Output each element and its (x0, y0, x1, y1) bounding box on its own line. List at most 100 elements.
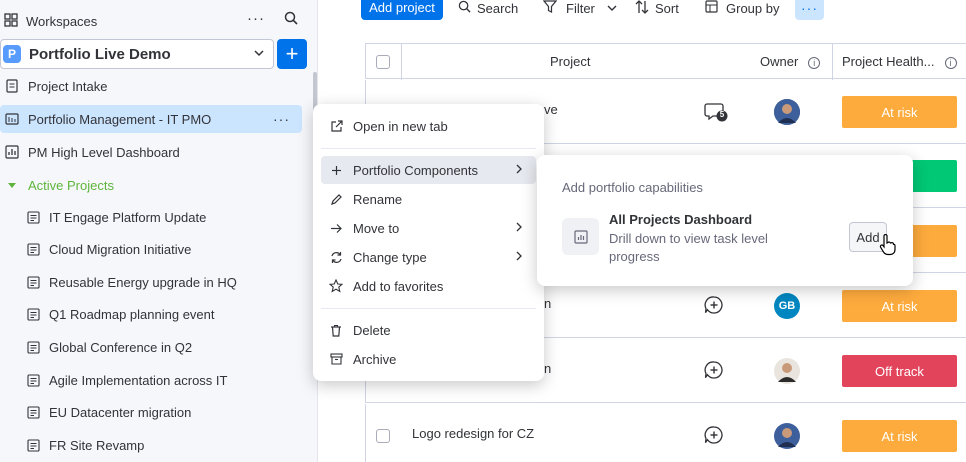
row-checkbox[interactable] (376, 429, 390, 443)
chevron-right-icon (514, 250, 524, 265)
menu-divider (321, 148, 536, 149)
sidebar-item-label: Portfolio Management - IT PMO (28, 111, 212, 127)
sidebar-item-project[interactable]: EU Datacenter migration (0, 398, 302, 426)
avatar[interactable]: GB (774, 293, 800, 319)
sidebar-item-portfolio-management[interactable]: Portfolio Management - IT PMO ··· (0, 105, 302, 133)
updates-icon[interactable]: 5 (704, 101, 728, 126)
add-update-icon[interactable] (704, 425, 724, 448)
project-name[interactable]: n (544, 361, 551, 376)
board-icon (26, 373, 40, 387)
sidebar-item-project[interactable]: Cloud Migration Initiative (0, 235, 302, 263)
column-header-health[interactable]: Project Health... i (842, 54, 957, 69)
board-icon (26, 275, 40, 289)
sidebar-item-label: IT Engage Platform Update (49, 209, 207, 225)
sidebar-item-project[interactable]: Q1 Roadmap planning event (0, 300, 302, 328)
sidebar-item-label: Project Intake (28, 78, 108, 94)
menu-item-add-favorites[interactable]: Add to favorites (321, 272, 536, 300)
star-icon (329, 279, 343, 293)
table-row[interactable]: Logo redesign for CZ At risk (365, 404, 966, 462)
menu-item-delete[interactable]: Delete (321, 316, 536, 344)
project-name[interactable]: ve (544, 102, 558, 117)
sort-label: Sort (655, 0, 679, 16)
sidebar-item-label: Agile Implementation across IT (49, 372, 228, 388)
capability-title: All Projects Dashboard (609, 212, 753, 227)
item-more-icon[interactable]: ··· (273, 111, 290, 127)
workspaces-header: Workspaces ··· (0, 8, 310, 34)
sort-icon (635, 0, 649, 17)
form-icon (5, 79, 19, 93)
menu-item-label: Change type (353, 249, 427, 265)
menu-item-archive[interactable]: Archive (321, 345, 536, 373)
sidebar-item-project[interactable]: Agile Implementation across IT (0, 366, 302, 394)
capability-description: Drill down to view task level progress (609, 231, 768, 264)
menu-item-label: Rename (353, 191, 403, 207)
workspace-selector[interactable]: P Portfolio Live Demo (0, 39, 274, 69)
sidebar-item-pm-dashboard[interactable]: PM High Level Dashboard (0, 138, 302, 166)
info-icon[interactable]: i (808, 56, 821, 69)
owner-header-label: Owner (760, 54, 799, 69)
column-header-owner[interactable]: Owner i (760, 54, 821, 69)
context-menu: Open in new tab Portfolio Components Ren… (313, 104, 544, 381)
sidebar-item-project-intake[interactable]: Project Intake (0, 72, 302, 100)
workspace-badge: P (3, 45, 21, 63)
filter-label: Filter (566, 0, 595, 16)
chevron-right-icon (514, 163, 524, 178)
project-name[interactable]: n (544, 296, 551, 311)
column-divider (401, 44, 402, 80)
group-by-button[interactable]: Group by (705, 0, 779, 19)
portfolio-icon (5, 112, 19, 126)
workspaces-more-icon[interactable]: ··· (247, 10, 265, 27)
folder-label: Active Projects (28, 177, 114, 193)
plus-icon (329, 163, 343, 177)
status-badge[interactable]: At risk (842, 420, 957, 452)
board-icon (26, 340, 40, 354)
info-icon[interactable]: i (944, 56, 957, 69)
toolbar-more-button[interactable]: ··· (795, 0, 824, 20)
sidebar-folder-active-projects[interactable]: Active Projects (0, 171, 302, 199)
menu-item-portfolio-components[interactable]: Portfolio Components (321, 156, 536, 184)
sidebar-item-project[interactable]: Global Conference in Q2 (0, 333, 302, 361)
submenu-heading: Add portfolio capabilities (562, 180, 703, 195)
avatar[interactable] (774, 423, 800, 449)
external-link-icon (329, 119, 343, 133)
column-header-project[interactable]: Project (550, 54, 590, 69)
search-icon (458, 0, 471, 16)
group-by-label: Group by (726, 0, 780, 16)
avatar[interactable] (774, 99, 800, 125)
filter-icon (542, 0, 558, 16)
chevron-down-icon (253, 47, 265, 62)
status-badge[interactable]: At risk (842, 290, 957, 322)
sidebar-item-project[interactable]: Reusable Energy upgrade in HQ (0, 268, 302, 296)
menu-divider (321, 308, 536, 309)
status-badge[interactable]: At risk (842, 96, 957, 128)
search-icon[interactable] (284, 11, 298, 28)
avatar[interactable] (774, 358, 800, 384)
select-all-checkbox[interactable] (376, 55, 390, 69)
add-project-button[interactable]: Add project (361, 0, 443, 20)
filter-button[interactable]: Filter (542, 0, 617, 19)
switch-icon (329, 250, 343, 264)
menu-item-change-type[interactable]: Change type (321, 243, 536, 271)
board-icon (26, 307, 40, 321)
search-button[interactable]: Search (458, 0, 518, 19)
dashboard-icon (562, 218, 599, 255)
sidebar-item-label: PM High Level Dashboard (28, 144, 180, 160)
add-item-button[interactable]: + (277, 39, 307, 69)
hand-cursor-icon (878, 233, 896, 259)
add-update-icon[interactable] (704, 360, 724, 383)
sidebar-item-project[interactable]: IT Engage Platform Update (0, 203, 302, 231)
project-name[interactable]: Logo redesign for CZ (412, 426, 534, 441)
sort-button[interactable]: Sort (635, 0, 679, 19)
chevron-down-icon (607, 1, 617, 16)
arrow-right-icon (329, 221, 343, 235)
add-update-icon[interactable] (704, 295, 724, 318)
menu-item-move-to[interactable]: Move to (321, 214, 536, 242)
board-icon (26, 242, 40, 256)
status-badge[interactable]: Off track (842, 355, 957, 387)
menu-item-open-new-tab[interactable]: Open in new tab (321, 112, 536, 140)
board-icon (26, 438, 40, 452)
menu-item-rename[interactable]: Rename (321, 185, 536, 213)
search-label: Search (477, 0, 519, 16)
workspaces-label: Workspaces (26, 13, 98, 29)
sidebar-item-project[interactable]: FR Site Revamp (0, 431, 302, 459)
